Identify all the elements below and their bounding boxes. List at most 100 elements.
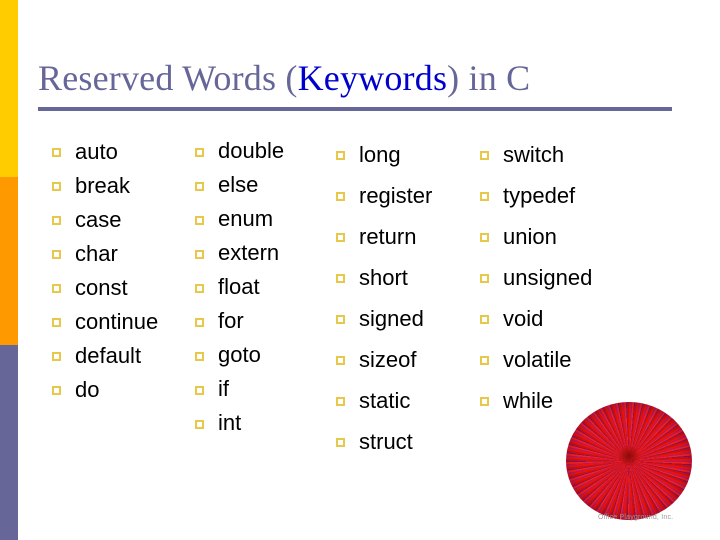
keyword-label: const xyxy=(75,275,128,300)
keyword-label: union xyxy=(503,224,557,249)
keyword-item: continue xyxy=(52,306,202,340)
keyword-item: do xyxy=(52,374,202,408)
square-bullet-icon xyxy=(336,315,345,324)
keyword-label: case xyxy=(75,207,122,232)
square-bullet-icon xyxy=(480,151,489,160)
keyword-label: register xyxy=(359,183,433,208)
keyword-item: break xyxy=(52,170,202,204)
square-bullet-icon xyxy=(336,192,345,201)
slide-title-keyword: Keywords xyxy=(297,58,448,98)
keyword-label: while xyxy=(503,388,554,413)
keyword-item: for xyxy=(195,306,335,340)
square-bullet-icon xyxy=(336,438,345,447)
square-bullet-icon xyxy=(480,315,489,324)
keyword-label: default xyxy=(75,343,142,368)
square-bullet-icon xyxy=(480,397,489,406)
keyword-label: for xyxy=(218,308,244,333)
keyword-item: struct xyxy=(336,423,481,464)
slide-title-suffix: ) in C xyxy=(447,58,531,98)
square-bullet-icon xyxy=(52,284,61,293)
keyword-item: union xyxy=(480,218,640,259)
left-color-bar xyxy=(0,0,18,540)
square-bullet-icon xyxy=(52,216,61,225)
keyword-label: switch xyxy=(503,142,565,167)
square-bullet-icon xyxy=(52,386,61,395)
square-bullet-icon xyxy=(195,318,204,327)
keyword-label: extern xyxy=(218,240,280,265)
keyword-label: void xyxy=(503,306,544,331)
keyword-label: static xyxy=(359,388,411,413)
square-bullet-icon xyxy=(195,284,204,293)
square-bullet-icon xyxy=(195,386,204,395)
square-bullet-icon xyxy=(195,352,204,361)
pom-pom-ball-icon xyxy=(566,402,692,520)
keyword-item: volatile xyxy=(480,341,640,382)
keyword-item: signed xyxy=(336,300,481,341)
square-bullet-icon xyxy=(195,250,204,259)
keyword-label: sizeof xyxy=(359,347,417,372)
keyword-item: char xyxy=(52,238,202,272)
slide-canvas: Reserved Words (Keywords) in C auto break… xyxy=(0,0,720,540)
keyword-label: if xyxy=(218,376,229,401)
square-bullet-icon xyxy=(195,148,204,157)
keyword-label: int xyxy=(218,410,242,435)
keyword-column-4: switch typedef union unsigned void volatile wh… xyxy=(480,136,640,423)
square-bullet-icon xyxy=(195,182,204,191)
keyword-item: typedef xyxy=(480,177,640,218)
keyword-label: volatile xyxy=(503,347,572,372)
square-bullet-icon xyxy=(480,233,489,242)
sidebar-segment-yellow xyxy=(0,0,18,177)
square-bullet-icon xyxy=(336,151,345,160)
keyword-item: double xyxy=(195,136,335,170)
image-watermark: Office Playground, Inc. xyxy=(598,514,674,521)
keyword-label: typedef xyxy=(503,183,576,208)
sidebar-segment-slate xyxy=(0,345,18,540)
keyword-label: signed xyxy=(359,306,424,331)
keyword-item: default xyxy=(52,340,202,374)
square-bullet-icon xyxy=(52,318,61,327)
square-bullet-icon xyxy=(52,148,61,157)
square-bullet-icon xyxy=(336,397,345,406)
square-bullet-icon xyxy=(336,356,345,365)
keyword-label: double xyxy=(218,138,285,163)
keyword-label: float xyxy=(218,274,260,299)
keyword-item: const xyxy=(52,272,202,306)
square-bullet-icon xyxy=(195,420,204,429)
square-bullet-icon xyxy=(52,182,61,191)
square-bullet-icon xyxy=(336,233,345,242)
keyword-item: else xyxy=(195,170,335,204)
keyword-label: enum xyxy=(218,206,274,231)
keyword-label: else xyxy=(218,172,259,197)
slide-title: Reserved Words (Keywords) in C xyxy=(38,55,678,101)
keyword-label: return xyxy=(359,224,417,249)
keyword-item: long xyxy=(336,136,481,177)
keyword-label: unsigned xyxy=(503,265,593,290)
keyword-item: sizeof xyxy=(336,341,481,382)
keyword-label: long xyxy=(359,142,401,167)
keyword-label: auto xyxy=(75,139,118,164)
decorative-image: Office Playground, Inc. xyxy=(562,398,710,540)
keyword-item: int xyxy=(195,408,335,442)
keyword-item: goto xyxy=(195,340,335,374)
keyword-item: short xyxy=(336,259,481,300)
keyword-label: do xyxy=(75,377,100,402)
keyword-item: register xyxy=(336,177,481,218)
keyword-column-1: auto break case char const continue default do xyxy=(52,136,202,408)
square-bullet-icon xyxy=(480,274,489,283)
keyword-item: return xyxy=(336,218,481,259)
square-bullet-icon xyxy=(480,192,489,201)
keyword-item: void xyxy=(480,300,640,341)
keyword-item: enum xyxy=(195,204,335,238)
keyword-label: continue xyxy=(75,309,159,334)
keyword-column-2: double else enum extern float for goto if int xyxy=(195,136,335,442)
keyword-item: auto xyxy=(52,136,202,170)
keyword-column-3: long register return short signed sizeof stati… xyxy=(336,136,481,464)
keyword-label: struct xyxy=(359,429,413,454)
title-block: Reserved Words (Keywords) in C xyxy=(38,55,678,107)
keyword-item: extern xyxy=(195,238,335,272)
keyword-item: unsigned xyxy=(480,259,640,300)
square-bullet-icon xyxy=(336,274,345,283)
sidebar-segment-orange xyxy=(0,177,18,345)
keyword-item: if xyxy=(195,374,335,408)
keyword-item: float xyxy=(195,272,335,306)
